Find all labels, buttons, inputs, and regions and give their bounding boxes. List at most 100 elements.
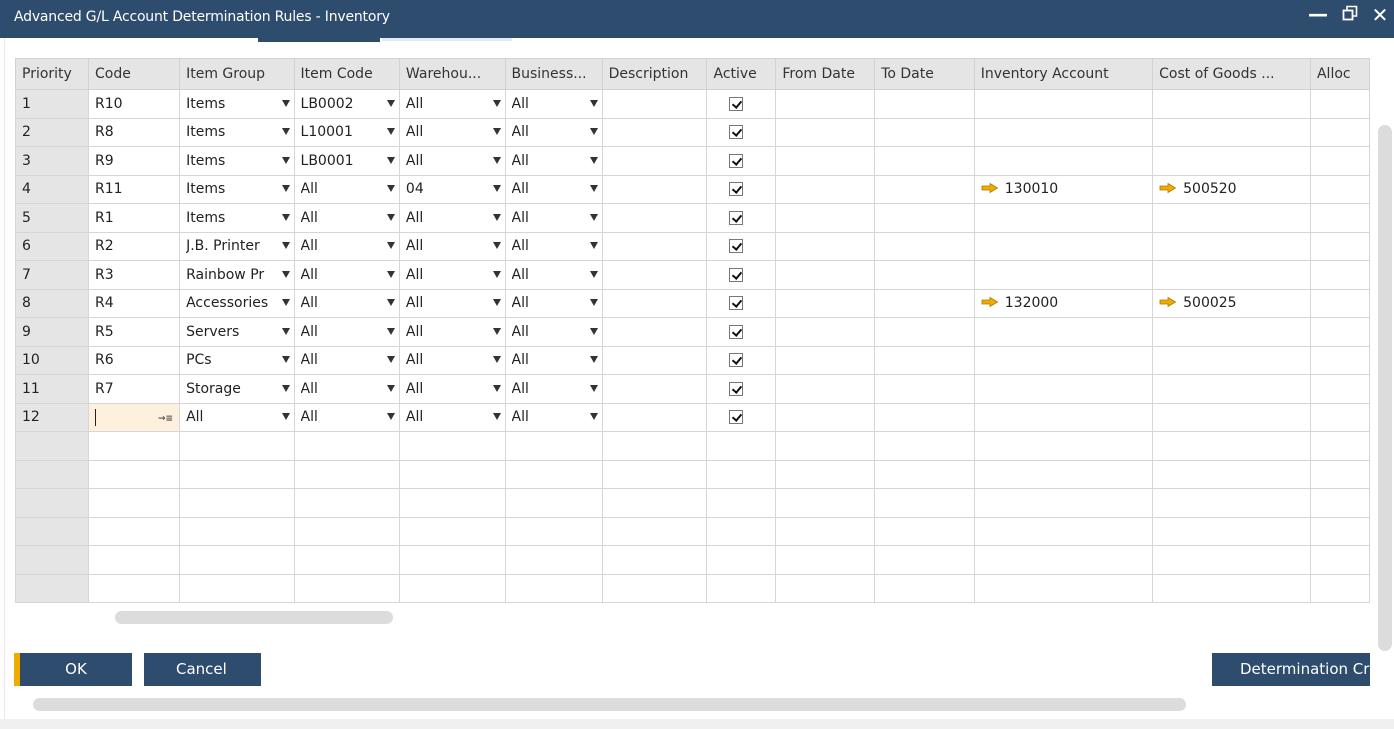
column-header[interactable]: From Date xyxy=(775,58,876,90)
link-arrow-icon[interactable] xyxy=(1159,183,1177,194)
form-horizontal-scrollbar[interactable] xyxy=(33,698,1186,711)
active-checkbox[interactable] xyxy=(729,410,744,425)
dropdown-arrow-icon[interactable] xyxy=(386,128,395,136)
active-cell[interactable] xyxy=(706,231,777,261)
empty-cell[interactable] xyxy=(706,545,777,575)
to-date-cell[interactable] xyxy=(874,203,975,233)
dropdown-arrow-icon[interactable] xyxy=(589,156,598,164)
empty-row[interactable] xyxy=(15,488,1370,518)
empty-cell[interactable] xyxy=(88,516,181,546)
dropdown-arrow-icon[interactable] xyxy=(386,327,395,335)
warehouse-dropdown[interactable]: All xyxy=(398,345,506,375)
empty-cell[interactable] xyxy=(398,431,506,461)
description-cell[interactable] xyxy=(601,146,708,176)
business-dropdown[interactable]: All xyxy=(504,117,603,147)
link-arrow-icon[interactable] xyxy=(1159,297,1177,308)
dropdown-arrow-icon[interactable] xyxy=(492,128,501,136)
item-group-dropdown[interactable]: Servers xyxy=(179,317,295,347)
dropdown-arrow-icon[interactable] xyxy=(386,356,395,364)
dropdown-arrow-icon[interactable] xyxy=(386,99,395,107)
dropdown-arrow-icon[interactable] xyxy=(386,213,395,221)
from-date-cell[interactable] xyxy=(775,146,876,176)
warehouse-dropdown[interactable]: All xyxy=(398,317,506,347)
business-dropdown[interactable]: All xyxy=(504,203,603,233)
empty-cell[interactable] xyxy=(706,573,777,603)
empty-cell[interactable] xyxy=(775,573,876,603)
empty-cell[interactable] xyxy=(88,488,181,518)
ok-button[interactable]: OK xyxy=(14,653,132,686)
empty-cell[interactable] xyxy=(601,431,708,461)
item-group-dropdown[interactable]: PCs xyxy=(179,345,295,375)
priority-cell[interactable]: 9 xyxy=(15,317,90,347)
item-code-dropdown[interactable]: L10001 xyxy=(293,117,400,147)
priority-cell[interactable] xyxy=(15,488,90,518)
to-date-cell[interactable] xyxy=(874,117,975,147)
dropdown-arrow-icon[interactable] xyxy=(492,213,501,221)
from-date-cell[interactable] xyxy=(775,402,876,432)
item-code-dropdown[interactable]: All xyxy=(293,260,400,290)
empty-cell[interactable] xyxy=(88,431,181,461)
cogs-account-cell[interactable]: 500025 xyxy=(1152,288,1311,318)
item-group-dropdown[interactable]: Items xyxy=(179,174,295,204)
dropdown-arrow-icon[interactable] xyxy=(492,270,501,278)
warehouse-dropdown[interactable]: All xyxy=(398,203,506,233)
dropdown-arrow-icon[interactable] xyxy=(492,327,501,335)
empty-cell[interactable] xyxy=(706,516,777,546)
from-date-cell[interactable] xyxy=(775,374,876,404)
empty-cell[interactable] xyxy=(179,573,295,603)
empty-cell[interactable] xyxy=(1152,516,1311,546)
inventory-account-cell[interactable]: 132000 xyxy=(973,288,1154,318)
empty-row[interactable] xyxy=(15,516,1370,546)
code-cell[interactable]: R1 xyxy=(88,203,181,233)
dropdown-arrow-icon[interactable] xyxy=(281,156,290,164)
empty-cell[interactable] xyxy=(293,545,400,575)
code-cell[interactable]: R9 xyxy=(88,146,181,176)
from-date-cell[interactable] xyxy=(775,89,876,119)
priority-cell[interactable] xyxy=(15,431,90,461)
dropdown-arrow-icon[interactable] xyxy=(589,356,598,364)
item-code-dropdown[interactable]: All xyxy=(293,402,400,432)
empty-cell[interactable] xyxy=(1309,431,1370,461)
column-header[interactable]: Item Group xyxy=(179,58,295,90)
active-cell[interactable] xyxy=(706,402,777,432)
to-date-cell[interactable] xyxy=(874,317,975,347)
to-date-cell[interactable] xyxy=(874,260,975,290)
inventory-account-cell[interactable]: 130010 xyxy=(973,174,1154,204)
to-date-cell[interactable] xyxy=(874,402,975,432)
choose-from-list-icon[interactable]: →≡ xyxy=(158,414,173,424)
table-row[interactable]: 2 R8 Items L10001 All All xyxy=(15,117,1370,147)
description-cell[interactable] xyxy=(601,374,708,404)
empty-cell[interactable] xyxy=(293,431,400,461)
from-date-cell[interactable] xyxy=(775,260,876,290)
minimize-button[interactable]: — xyxy=(1306,2,1330,26)
to-date-cell[interactable] xyxy=(874,231,975,261)
empty-cell[interactable] xyxy=(973,516,1154,546)
active-checkbox[interactable] xyxy=(729,182,744,197)
alloc-cell[interactable] xyxy=(1309,146,1370,176)
active-cell[interactable] xyxy=(706,117,777,147)
business-dropdown[interactable]: All xyxy=(504,89,603,119)
dropdown-arrow-icon[interactable] xyxy=(281,384,290,392)
active-checkbox[interactable] xyxy=(729,324,744,339)
dropdown-arrow-icon[interactable] xyxy=(386,299,395,307)
empty-cell[interactable] xyxy=(1152,431,1311,461)
description-cell[interactable] xyxy=(601,288,708,318)
active-checkbox[interactable] xyxy=(729,96,744,111)
business-dropdown[interactable]: All xyxy=(504,260,603,290)
code-cell[interactable]: R5 xyxy=(88,317,181,347)
empty-cell[interactable] xyxy=(874,431,975,461)
table-row[interactable]: 4 R11 Items All 04 All 130010 500520 xyxy=(15,174,1370,204)
column-header[interactable]: Priority xyxy=(15,58,90,90)
active-cell[interactable] xyxy=(706,174,777,204)
table-row[interactable]: 11 R7 Storage All All All xyxy=(15,374,1370,404)
priority-cell[interactable]: 12 xyxy=(15,402,90,432)
warehouse-dropdown[interactable]: 04 xyxy=(398,174,506,204)
description-cell[interactable] xyxy=(601,260,708,290)
cogs-account-cell[interactable] xyxy=(1152,231,1311,261)
empty-cell[interactable] xyxy=(973,431,1154,461)
active-cell[interactable] xyxy=(706,260,777,290)
to-date-cell[interactable] xyxy=(874,374,975,404)
warehouse-dropdown[interactable]: All xyxy=(398,402,506,432)
description-cell[interactable] xyxy=(601,203,708,233)
cogs-account-cell[interactable] xyxy=(1152,374,1311,404)
